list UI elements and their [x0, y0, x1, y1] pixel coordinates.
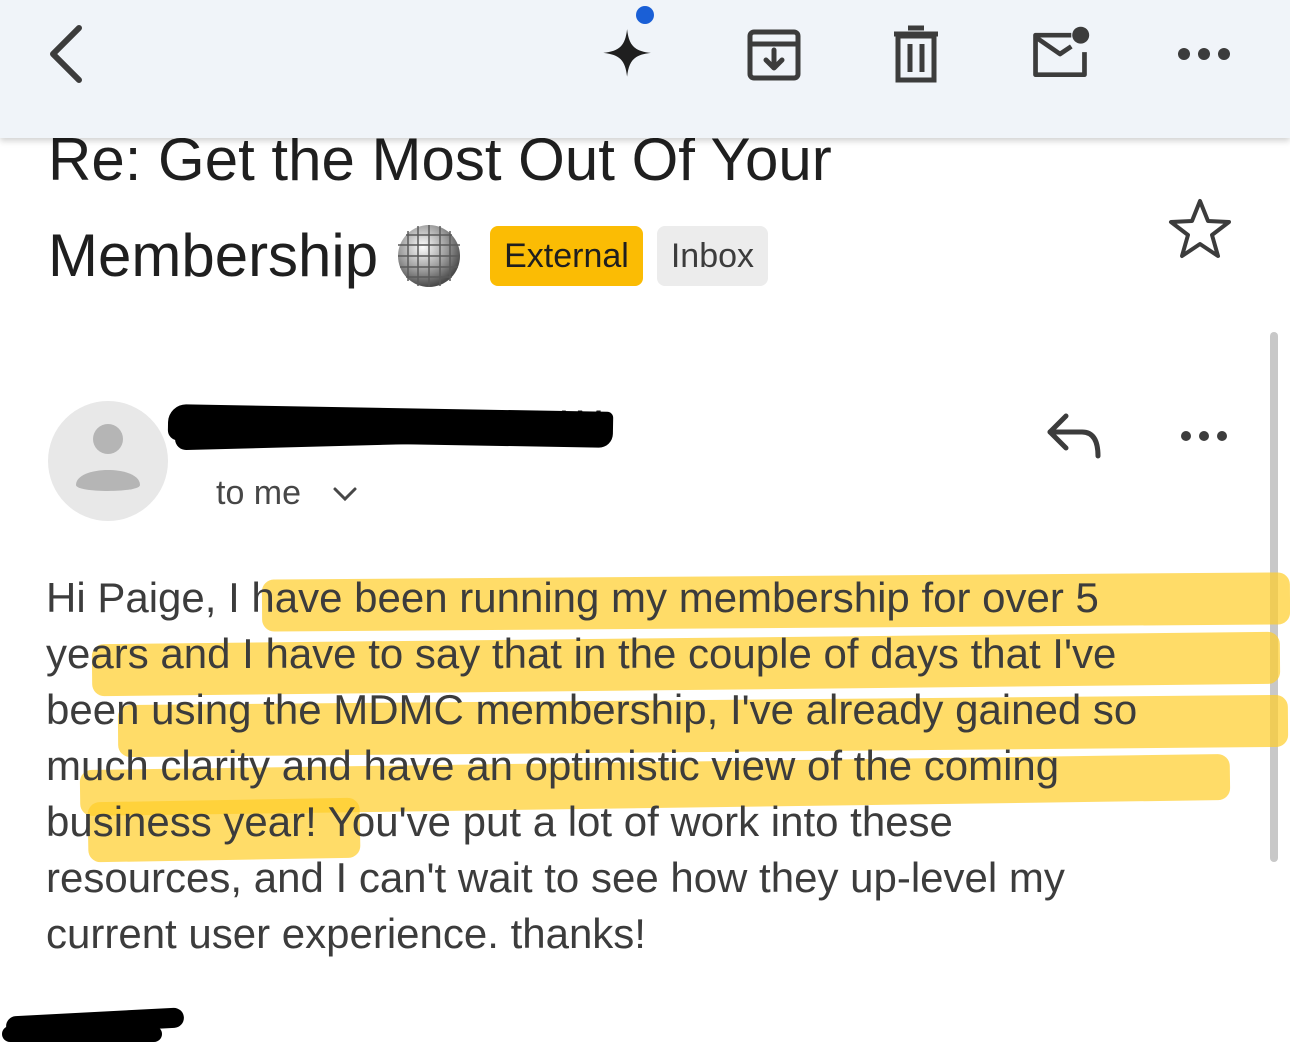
- back-button[interactable]: [34, 22, 98, 86]
- avatar[interactable]: [48, 401, 168, 521]
- email-subject: Re: Get the Most Out Of Your Membership …: [48, 122, 1148, 294]
- more-options-button[interactable]: [1172, 22, 1236, 86]
- star-icon: [1169, 199, 1231, 258]
- gemini-sparkle-icon: [603, 29, 651, 77]
- trash-icon: [894, 25, 938, 83]
- email-body: Hi Paige, I have been running my members…: [46, 574, 1138, 957]
- chevron-left-icon: [50, 25, 82, 83]
- subject-line-2: Membership: [48, 222, 379, 289]
- more-horizontal-icon: [1181, 431, 1227, 441]
- label-external[interactable]: External: [490, 226, 643, 286]
- delete-button[interactable]: [884, 22, 948, 86]
- disco-ball-icon: [396, 223, 462, 289]
- mark-unread-icon: [1033, 26, 1090, 78]
- signature-redaction: [2, 1026, 162, 1042]
- gemini-button[interactable]: [596, 20, 660, 84]
- reply-icon: [1047, 413, 1101, 459]
- mark-unread-button[interactable]: [1028, 22, 1092, 86]
- archive-icon: [747, 29, 801, 81]
- star-button[interactable]: [1166, 195, 1234, 263]
- person-icon: [76, 424, 140, 491]
- reply-button[interactable]: [1042, 408, 1106, 464]
- notification-dot: [636, 6, 654, 24]
- archive-button[interactable]: [742, 22, 806, 86]
- message-more-button[interactable]: [1172, 410, 1236, 460]
- more-horizontal-icon: [1178, 48, 1230, 60]
- chevron-down-icon: [333, 487, 357, 501]
- label-inbox[interactable]: Inbox: [656, 226, 769, 286]
- top-toolbar: [0, 0, 1290, 138]
- recipient-toggle[interactable]: to me: [216, 474, 365, 513]
- recipient-label: to me: [216, 474, 302, 512]
